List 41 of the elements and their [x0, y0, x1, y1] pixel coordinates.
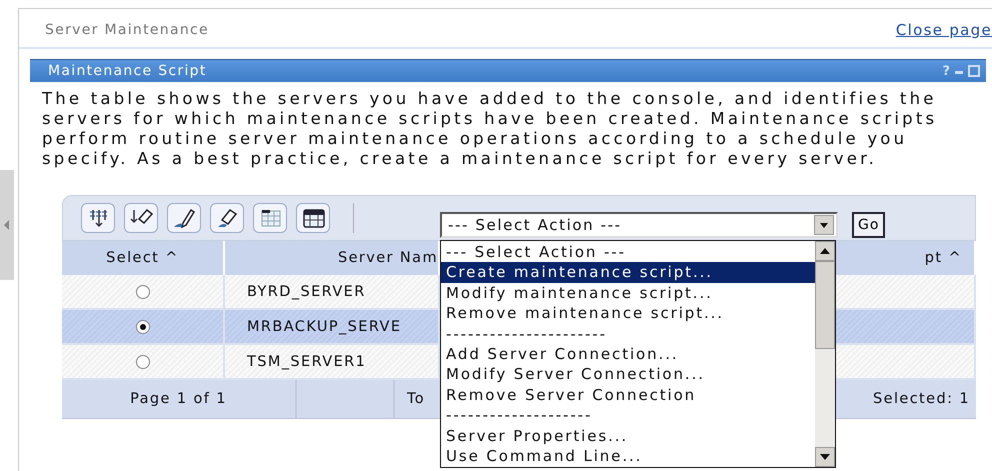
- dropdown-option[interactable]: --------------------: [441, 405, 815, 426]
- page-title: Server Maintenance: [45, 22, 209, 38]
- scroll-up-icon: [820, 248, 830, 254]
- column-header[interactable]: Server Nam: [225, 241, 440, 275]
- page-indicator: Page 1 of 1: [62, 380, 297, 418]
- columns-button[interactable]: [253, 203, 287, 233]
- dropdown-arrow-icon: [820, 222, 828, 228]
- select-all-button[interactable]: [81, 203, 115, 233]
- dropdown-option[interactable]: --- Select Action ---: [441, 242, 815, 262]
- close-page-link[interactable]: Close page: [896, 21, 992, 39]
- dropdown-option[interactable]: Use Command Line...: [441, 446, 815, 466]
- dropdown-option[interactable]: Server Properties...: [441, 426, 815, 446]
- left-arrow-icon: [4, 220, 10, 230]
- dropdown-option[interactable]: Modify maintenance script...: [441, 282, 815, 304]
- collapse-handle[interactable]: [0, 170, 14, 280]
- action-select[interactable]: --- Select Action ---: [440, 212, 838, 238]
- portlet-title: Maintenance Script: [48, 63, 207, 79]
- dropdown-option[interactable]: Create maintenance script...: [441, 262, 815, 283]
- pen-button[interactable]: [167, 203, 201, 233]
- selected-count: Selected: 1: [873, 390, 971, 409]
- scrollbar[interactable]: [815, 241, 835, 467]
- table-button[interactable]: [296, 203, 330, 233]
- table-cell: TSM_SERVER1: [225, 345, 440, 380]
- dropdown-option[interactable]: Remove Server Connection: [441, 384, 815, 406]
- total-label: To: [406, 390, 426, 409]
- deselect-button[interactable]: [124, 203, 158, 233]
- table-cell: BYRD_SERVER: [225, 275, 440, 310]
- row-radio[interactable]: [136, 284, 150, 298]
- table-cell: MRBACKUP_SERVE: [225, 310, 440, 345]
- eraser-button[interactable]: [210, 203, 244, 233]
- row-radio[interactable]: [136, 320, 150, 334]
- row-radio[interactable]: [136, 354, 150, 368]
- description-text: The table shows the servers you have added to the console, and identifies the servers for which maintenance scripts have been created. Maintenance scripts perform routine server maintenance operations according to a schedule you specify. As a best practice, create a maintenance script for every server.: [41, 88, 938, 169]
- column-header[interactable]: Select ^: [62, 241, 225, 275]
- dropdown-option[interactable]: Remove maintenance script...: [441, 303, 815, 324]
- dropdown-option[interactable]: ----------------------: [441, 324, 815, 344]
- dropdown-option[interactable]: Add Server Connection...: [441, 344, 815, 364]
- maximize-icon[interactable]: [968, 65, 980, 77]
- go-button[interactable]: Go: [852, 212, 886, 238]
- scroll-down-icon: [820, 454, 830, 460]
- dropdown-option[interactable]: Modify Server Connection...: [441, 364, 815, 385]
